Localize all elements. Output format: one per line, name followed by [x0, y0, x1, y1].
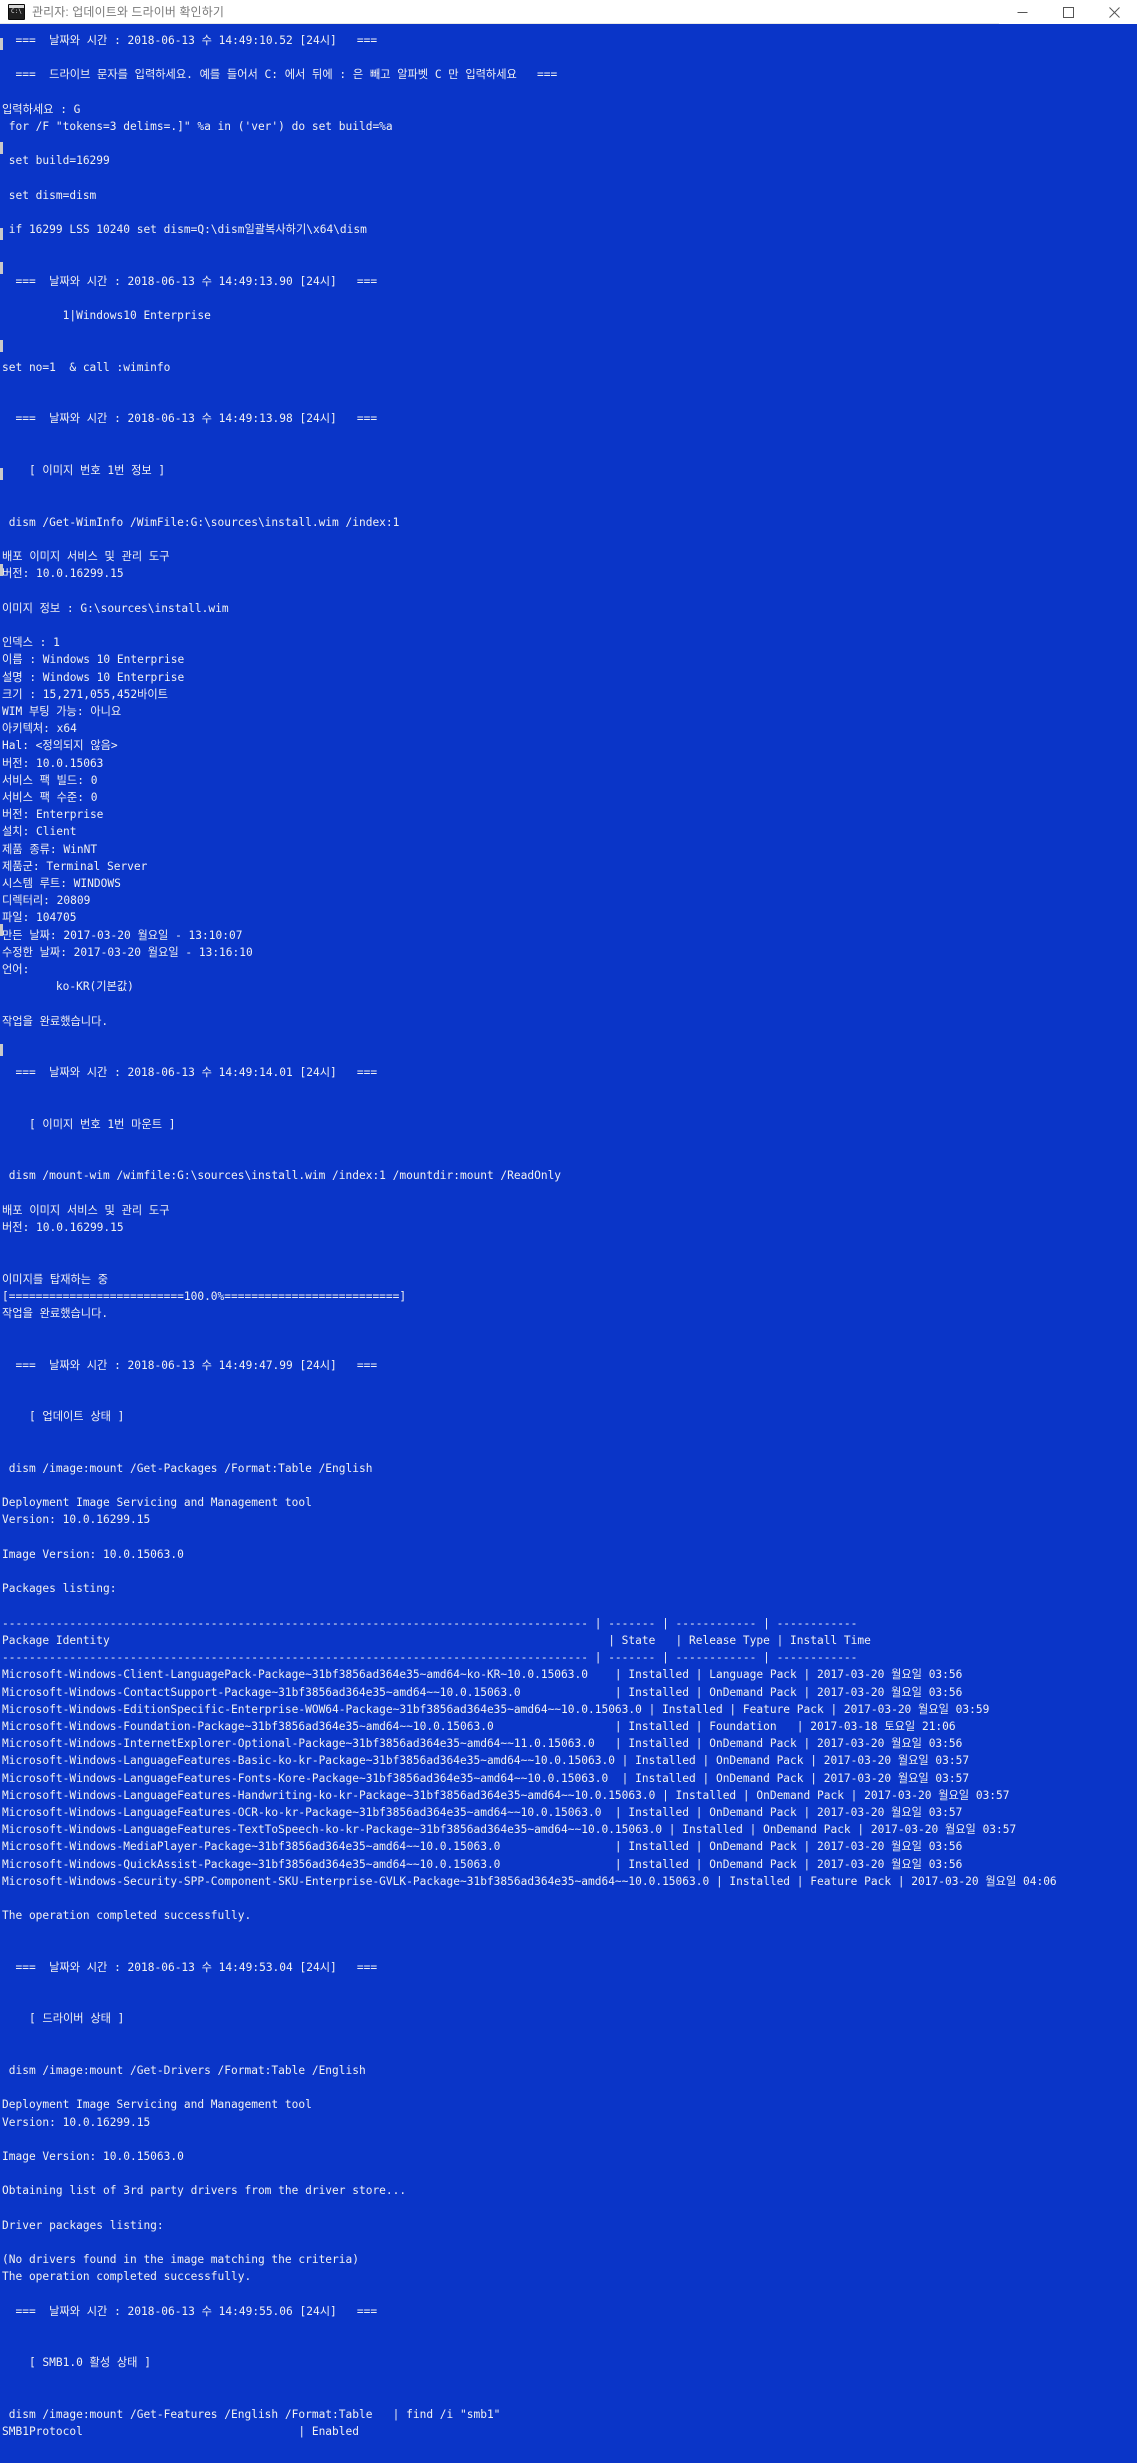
window-title: 관리자: 업데이트와 드라이버 확인하기: [32, 5, 224, 19]
maximize-button[interactable]: [1045, 0, 1091, 24]
cmd-prompt-glyph: C:\: [11, 7, 22, 15]
minimize-button[interactable]: [999, 0, 1045, 24]
console-output-area[interactable]: === 날짜와 시간 : 2018-06-13 수 14:49:10.52 [2…: [0, 24, 1137, 2463]
console-text: === 날짜와 시간 : 2018-06-13 수 14:49:10.52 [2…: [2, 34, 1057, 2439]
console-window: C:\ 관리자: 업데이트와 드라이버 확인하기 === 날짜와 시간: 20…: [0, 0, 1137, 2463]
window-controls: [999, 0, 1137, 24]
close-button[interactable]: [1091, 0, 1137, 24]
cmd-icon: C:\: [8, 3, 25, 20]
title-bar[interactable]: C:\ 관리자: 업데이트와 드라이버 확인하기: [0, 0, 1137, 24]
